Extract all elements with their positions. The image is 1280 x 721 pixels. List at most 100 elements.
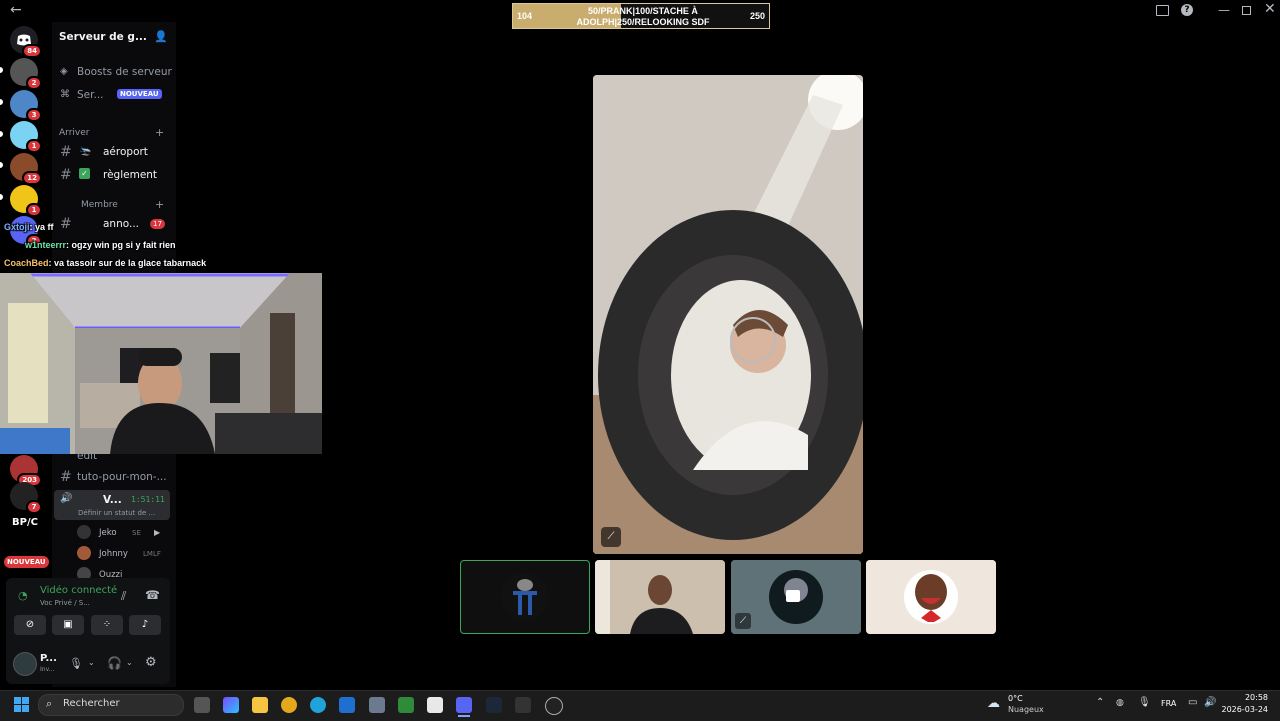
- donation-goal-text: 50/PRANK|100/STACHE À ADOLPH|250/RELOOKI…: [576, 6, 710, 27]
- chevron-down-icon[interactable]: ⌄: [126, 658, 133, 667]
- mention-badge: 3: [26, 108, 42, 122]
- category-membre[interactable]: Membre: [81, 200, 118, 210]
- voice-channel-path[interactable]: Voc Privé / S...: [40, 599, 90, 607]
- server-guide-link[interactable]: Ser...: [77, 89, 104, 101]
- windows-start-icon[interactable]: [14, 697, 29, 712]
- channel-reglement[interactable]: règlement: [103, 169, 157, 181]
- server-label-bpc[interactable]: BP/C: [12, 517, 38, 528]
- microphone-icon[interactable]: 🎙: [69, 657, 83, 670]
- language-indicator[interactable]: FRA: [1161, 699, 1176, 708]
- channel-tuto[interactable]: tuto-pour-mon-...: [77, 471, 167, 483]
- edge-icon[interactable]: [310, 697, 326, 713]
- server-icon[interactable]: 203: [10, 455, 42, 487]
- clock-time[interactable]: 20:58: [1236, 693, 1268, 702]
- chat-text: : va tassoir sur de la glace tabarnack: [48, 258, 207, 268]
- participant-tile[interactable]: [460, 560, 590, 634]
- weather-desc[interactable]: Nuageux: [1008, 705, 1044, 714]
- server-icon[interactable]: 12: [10, 153, 42, 185]
- add-channel-icon[interactable]: +: [155, 198, 164, 211]
- help-icon[interactable]: ?: [1181, 4, 1193, 16]
- windows-taskbar: [0, 690, 1280, 721]
- clock-date[interactable]: 2026-03-24: [1218, 705, 1269, 714]
- obs-icon[interactable]: [515, 697, 531, 713]
- participant-tile[interactable]: [595, 560, 725, 634]
- activities-button[interactable]: ⁘: [91, 615, 123, 635]
- server-icon[interactable]: 1: [10, 185, 42, 217]
- server-icon[interactable]: 1: [10, 121, 42, 153]
- unread-pill: [0, 131, 3, 137]
- hash-icon: #: [60, 144, 72, 160]
- minimize-icon[interactable]: —: [1218, 3, 1230, 17]
- chat-username: Gxtoji: [4, 222, 30, 232]
- chat-message: w1nteerrr: ogzy win pg si y fait rien: [25, 240, 176, 250]
- voice-status[interactable]: Vidéo connecté: [40, 585, 117, 596]
- plane-icon: 🛬: [79, 146, 92, 157]
- user-status: Inv...: [40, 666, 55, 673]
- app-icon[interactable]: [545, 697, 563, 715]
- chrome-icon[interactable]: [281, 697, 297, 713]
- copilot-icon[interactable]: [223, 697, 239, 713]
- server-icon[interactable]: 3: [10, 90, 42, 122]
- settings-app-icon[interactable]: [369, 697, 385, 713]
- soundboard-button[interactable]: ♪: [129, 615, 161, 635]
- voice-user-tag: SE: [132, 529, 141, 537]
- discord-taskbar-icon[interactable]: [456, 697, 472, 713]
- search-placeholder[interactable]: Rechercher: [63, 698, 120, 709]
- mail-icon[interactable]: [339, 697, 355, 713]
- discord-home-button[interactable]: 84: [10, 26, 42, 58]
- maximize-icon[interactable]: [1242, 6, 1251, 15]
- headphones-icon[interactable]: 🎧: [107, 656, 122, 670]
- store-icon[interactable]: [427, 697, 443, 713]
- search-icon: ⌕: [46, 697, 53, 710]
- category-arriver[interactable]: Arriver: [59, 128, 89, 138]
- server-icon[interactable]: 2: [10, 58, 42, 90]
- add-channel-icon[interactable]: +: [155, 126, 164, 139]
- volume-icon[interactable]: 🔊: [1204, 697, 1216, 708]
- speaker-icon: 🔊: [60, 493, 73, 504]
- voice-user-name[interactable]: Johnny: [99, 549, 128, 559]
- task-view-icon[interactable]: [194, 697, 210, 713]
- camera-toggle-button[interactable]: ⊘: [14, 615, 46, 635]
- steam-icon[interactable]: [486, 697, 502, 713]
- new-server-badge[interactable]: NOUVEAU: [4, 556, 49, 568]
- channel-annonces[interactable]: anno...: [103, 218, 139, 230]
- file-explorer-icon[interactable]: [252, 697, 268, 713]
- voice-user-tag: LMLF: [143, 550, 161, 558]
- main-video-feed[interactable]: [593, 75, 863, 554]
- chat-message: CoachBed: va tassoir sur de la glace tab…: [4, 258, 206, 268]
- microphone-icon[interactable]: 🎙: [1138, 697, 1151, 708]
- channel-aeroport[interactable]: aéroport: [103, 146, 148, 158]
- video-frame: [593, 75, 863, 554]
- disconnect-icon[interactable]: ☎: [145, 588, 160, 602]
- xbox-icon[interactable]: [398, 697, 414, 713]
- network-icon[interactable]: ◍: [1116, 698, 1124, 708]
- status-prompt[interactable]: Définir un statut de ...: [78, 509, 155, 517]
- webcam-image: [0, 273, 322, 454]
- voice-user-name[interactable]: Jeko: [99, 528, 117, 538]
- arrow-left-icon[interactable]: ←: [10, 2, 22, 18]
- participant-tile[interactable]: [866, 560, 996, 634]
- invite-people-icon[interactable]: 👤: [154, 30, 168, 43]
- screen-share-button[interactable]: ▣: [52, 615, 84, 635]
- boosts-link[interactable]: Boosts de serveur: [77, 66, 172, 78]
- user-name[interactable]: P...: [40, 653, 57, 664]
- signal-icon[interactable]: ◔: [18, 589, 28, 602]
- user-avatar[interactable]: [13, 652, 37, 676]
- mention-badge: 7: [26, 500, 42, 514]
- donation-goal-bar: 104 50/PRANK|100/STACHE À ADOLPH|250/REL…: [512, 3, 770, 29]
- chat-username: w1nteerrr: [25, 240, 67, 250]
- muted-mic-icon: ⟋: [735, 613, 751, 629]
- inbox-icon[interactable]: [1156, 5, 1169, 16]
- chevron-up-icon[interactable]: ⌃: [1096, 697, 1104, 708]
- mention-badge: 2: [26, 76, 42, 90]
- camera-off-icon: [786, 590, 800, 602]
- server-name[interactable]: Serveur de g...: [59, 31, 147, 43]
- display-icon[interactable]: ▭: [1188, 697, 1197, 708]
- close-icon[interactable]: ✕: [1264, 1, 1276, 17]
- gear-icon[interactable]: ⚙: [145, 655, 157, 670]
- noise-suppression-icon[interactable]: ⫽: [121, 589, 126, 604]
- weather-temp[interactable]: 0°C: [1008, 694, 1023, 703]
- server-icon[interactable]: 7: [10, 482, 42, 514]
- chevron-down-icon[interactable]: ⌄: [88, 658, 95, 667]
- muted-mic-icon: ⟋: [601, 527, 621, 547]
